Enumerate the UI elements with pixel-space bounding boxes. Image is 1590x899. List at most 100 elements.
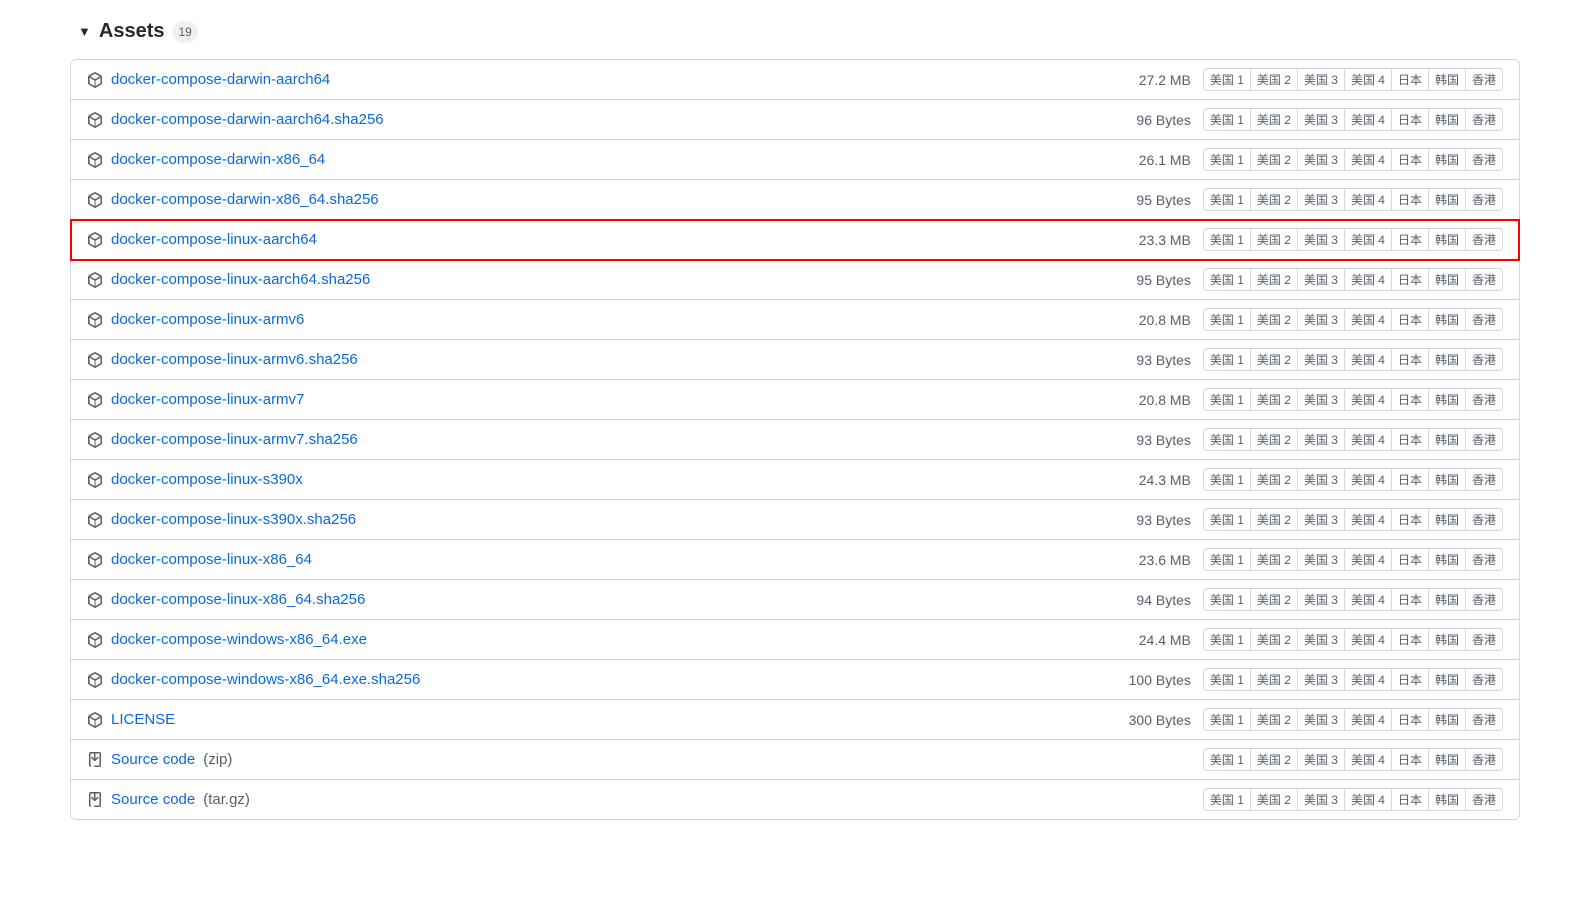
asset-link[interactable]: LICENSE [111,711,175,728]
mirror-button[interactable]: 韩国 [1428,628,1466,651]
mirror-button[interactable]: 日本 [1391,348,1429,371]
mirror-button[interactable]: 韩国 [1428,788,1466,811]
mirror-button[interactable]: 美国 3 [1297,188,1345,211]
mirror-button[interactable]: 日本 [1391,68,1429,91]
mirror-button[interactable]: 美国 1 [1203,748,1251,771]
mirror-button[interactable]: 美国 4 [1344,388,1392,411]
asset-link[interactable]: docker-compose-darwin-x86_64 [111,151,325,168]
mirror-button[interactable]: 美国 4 [1344,588,1392,611]
mirror-button[interactable]: 美国 3 [1297,68,1345,91]
mirror-button[interactable]: 美国 2 [1250,228,1298,251]
mirror-button[interactable]: 韩国 [1428,348,1466,371]
mirror-button[interactable]: 美国 2 [1250,468,1298,491]
mirror-button[interactable]: 美国 4 [1344,468,1392,491]
mirror-button[interactable]: 香港 [1465,228,1503,251]
mirror-button[interactable]: 香港 [1465,348,1503,371]
mirror-button[interactable]: 韩国 [1428,508,1466,531]
mirror-button[interactable]: 韩国 [1428,668,1466,691]
asset-link[interactable]: Source code [111,791,195,808]
mirror-button[interactable]: 美国 1 [1203,308,1251,331]
mirror-button[interactable]: 日本 [1391,588,1429,611]
mirror-button[interactable]: 韩国 [1428,388,1466,411]
mirror-button[interactable]: 美国 1 [1203,708,1251,731]
asset-link[interactable]: docker-compose-linux-x86_64.sha256 [111,591,365,608]
mirror-button[interactable]: 美国 1 [1203,268,1251,291]
mirror-button[interactable]: 美国 2 [1250,188,1298,211]
mirror-button[interactable]: 美国 4 [1344,148,1392,171]
mirror-button[interactable]: 美国 2 [1250,268,1298,291]
mirror-button[interactable]: 香港 [1465,268,1503,291]
mirror-button[interactable]: 韩国 [1428,68,1466,91]
mirror-button[interactable]: 美国 2 [1250,428,1298,451]
mirror-button[interactable]: 美国 3 [1297,548,1345,571]
mirror-button[interactable]: 美国 4 [1344,68,1392,91]
asset-link[interactable]: docker-compose-windows-x86_64.exe [111,631,367,648]
mirror-button[interactable]: 美国 3 [1297,388,1345,411]
mirror-button[interactable]: 日本 [1391,548,1429,571]
mirror-button[interactable]: 日本 [1391,228,1429,251]
mirror-button[interactable]: 美国 4 [1344,708,1392,731]
mirror-button[interactable]: 韩国 [1428,228,1466,251]
mirror-button[interactable]: 香港 [1465,108,1503,131]
mirror-button[interactable]: 香港 [1465,308,1503,331]
mirror-button[interactable]: 美国 4 [1344,308,1392,331]
mirror-button[interactable]: 韩国 [1428,308,1466,331]
asset-link[interactable]: docker-compose-linux-aarch64.sha256 [111,271,370,288]
mirror-button[interactable]: 美国 3 [1297,708,1345,731]
mirror-button[interactable]: 香港 [1465,548,1503,571]
mirror-button[interactable]: 韩国 [1428,148,1466,171]
mirror-button[interactable]: 香港 [1465,188,1503,211]
mirror-button[interactable]: 美国 1 [1203,628,1251,651]
mirror-button[interactable]: 美国 1 [1203,108,1251,131]
mirror-button[interactable]: 美国 2 [1250,388,1298,411]
asset-link[interactable]: docker-compose-linux-armv6.sha256 [111,351,358,368]
mirror-button[interactable]: 美国 4 [1344,188,1392,211]
mirror-button[interactable]: 韩国 [1428,428,1466,451]
mirror-button[interactable]: 美国 1 [1203,668,1251,691]
mirror-button[interactable]: 日本 [1391,508,1429,531]
mirror-button[interactable]: 香港 [1465,508,1503,531]
mirror-button[interactable]: 美国 3 [1297,428,1345,451]
mirror-button[interactable]: 美国 2 [1250,108,1298,131]
mirror-button[interactable]: 美国 1 [1203,388,1251,411]
asset-link[interactable]: docker-compose-linux-armv7.sha256 [111,431,358,448]
mirror-button[interactable]: 美国 1 [1203,548,1251,571]
mirror-button[interactable]: 美国 1 [1203,508,1251,531]
mirror-button[interactable]: 香港 [1465,148,1503,171]
asset-link[interactable]: docker-compose-linux-x86_64 [111,551,312,568]
mirror-button[interactable]: 韩国 [1428,708,1466,731]
mirror-button[interactable]: 美国 4 [1344,108,1392,131]
mirror-button[interactable]: 美国 3 [1297,588,1345,611]
mirror-button[interactable]: 美国 3 [1297,348,1345,371]
mirror-button[interactable]: 日本 [1391,388,1429,411]
mirror-button[interactable]: 香港 [1465,68,1503,91]
assets-header[interactable]: ▼ Assets 19 [70,20,1520,43]
mirror-button[interactable]: 韩国 [1428,108,1466,131]
mirror-button[interactable]: 美国 1 [1203,148,1251,171]
mirror-button[interactable]: 香港 [1465,388,1503,411]
mirror-button[interactable]: 美国 4 [1344,268,1392,291]
mirror-button[interactable]: 日本 [1391,148,1429,171]
mirror-button[interactable]: 美国 2 [1250,308,1298,331]
mirror-button[interactable]: 美国 3 [1297,508,1345,531]
mirror-button[interactable]: 美国 3 [1297,268,1345,291]
mirror-button[interactable]: 美国 4 [1344,508,1392,531]
mirror-button[interactable]: 美国 2 [1250,68,1298,91]
mirror-button[interactable]: 日本 [1391,788,1429,811]
mirror-button[interactable]: 香港 [1465,588,1503,611]
mirror-button[interactable]: 香港 [1465,468,1503,491]
mirror-button[interactable]: 日本 [1391,188,1429,211]
mirror-button[interactable]: 美国 3 [1297,308,1345,331]
mirror-button[interactable]: 韩国 [1428,268,1466,291]
mirror-button[interactable]: 美国 1 [1203,348,1251,371]
mirror-button[interactable]: 日本 [1391,308,1429,331]
mirror-button[interactable]: 美国 1 [1203,188,1251,211]
mirror-button[interactable]: 美国 2 [1250,548,1298,571]
mirror-button[interactable]: 美国 3 [1297,628,1345,651]
asset-link[interactable]: docker-compose-linux-s390x.sha256 [111,511,356,528]
mirror-button[interactable]: 美国 2 [1250,148,1298,171]
mirror-button[interactable]: 美国 4 [1344,668,1392,691]
mirror-button[interactable]: 日本 [1391,628,1429,651]
mirror-button[interactable]: 美国 1 [1203,428,1251,451]
mirror-button[interactable]: 美国 2 [1250,748,1298,771]
